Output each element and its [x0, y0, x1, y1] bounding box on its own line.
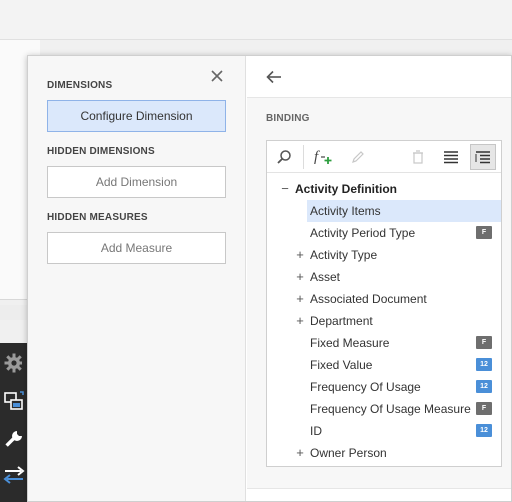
- expand-icon[interactable]: +: [294, 244, 306, 266]
- expand-icon[interactable]: +: [294, 310, 306, 332]
- text-type-badge: F: [476, 402, 492, 415]
- svg-text:f: f: [314, 149, 320, 165]
- tree-root-label: Activity Definition: [295, 182, 398, 196]
- search-icon[interactable]: [271, 144, 297, 170]
- header-bar: [247, 56, 511, 98]
- options-pane: DIMENSIONS Configure Dimension HIDDEN DI…: [28, 56, 246, 501]
- add-calculated-field-icon[interactable]: f: [310, 144, 336, 170]
- collapse-icon[interactable]: −: [279, 178, 291, 200]
- tree-item[interactable]: + Department: [267, 310, 501, 332]
- number-type-badge: 12: [476, 424, 492, 437]
- dimensions-title: DIMENSIONS: [47, 80, 113, 91]
- hidden-dimensions-title: HIDDEN DIMENSIONS: [47, 146, 155, 157]
- tree-item-label: Department: [310, 314, 373, 328]
- list-view-icon[interactable]: [438, 144, 464, 170]
- delete-icon[interactable]: [405, 144, 431, 170]
- add-measure-button[interactable]: Add Measure: [47, 232, 226, 264]
- toolbar-separator: [303, 145, 304, 169]
- configure-dimension-button[interactable]: Configure Dimension: [47, 100, 226, 132]
- tree-item-label: Associated Document: [310, 292, 427, 306]
- binding-pane: BINDING f − Activity Definition Activity…: [247, 56, 511, 501]
- expand-icon[interactable]: +: [294, 288, 306, 310]
- binding-title: BINDING: [266, 113, 310, 124]
- expand-icon[interactable]: +: [294, 442, 306, 464]
- binding-panel: DIMENSIONS Configure Dimension HIDDEN DI…: [27, 55, 512, 502]
- tree-item-label: Frequency Of Usage Measure: [310, 402, 471, 416]
- background-strip: [0, 305, 30, 320]
- tree-item[interactable]: + Asset: [267, 266, 501, 288]
- tree-item[interactable]: Activity Items: [267, 200, 501, 222]
- add-dimension-button[interactable]: Add Dimension: [47, 166, 226, 198]
- tree-root-node[interactable]: − Activity Definition: [267, 178, 501, 200]
- text-type-badge: F: [476, 336, 492, 349]
- tree-item[interactable]: ID 12: [267, 420, 501, 442]
- tree-item-label: Activity Period Type: [310, 226, 416, 240]
- back-arrow-icon[interactable]: [263, 66, 285, 88]
- tree-item-label: Owner Person: [310, 446, 387, 460]
- text-type-badge: F: [476, 226, 492, 239]
- tree-item[interactable]: + Associated Document: [267, 288, 501, 310]
- close-icon[interactable]: [207, 66, 227, 86]
- edit-icon[interactable]: [345, 144, 371, 170]
- hidden-measures-title: HIDDEN MEASURES: [47, 212, 148, 223]
- field-list-toolbar: f: [267, 141, 501, 173]
- tree-item[interactable]: Activity Period Type F: [267, 222, 501, 244]
- pane-footer: [247, 488, 511, 501]
- dashboard-item-icon[interactable]: [0, 383, 27, 419]
- tree-item-label: Asset: [310, 270, 341, 284]
- number-type-badge: 12: [476, 358, 492, 371]
- tree-item-label: Activity Items: [310, 204, 381, 218]
- binding-area: BINDING f − Activity Definition Activity…: [247, 98, 511, 501]
- tree-item-label: Frequency Of Usage: [310, 380, 421, 394]
- tree-item[interactable]: Frequency Of Usage 12: [267, 376, 501, 398]
- expand-icon[interactable]: +: [294, 266, 306, 288]
- tree-view-icon[interactable]: [470, 144, 496, 170]
- tree-item-label: Fixed Value: [310, 358, 373, 372]
- tree-item[interactable]: + Activity Type: [267, 244, 501, 266]
- number-type-badge: 12: [476, 380, 492, 393]
- tree-item-label: ID: [310, 424, 322, 438]
- tree-item-label: Activity Type: [310, 248, 378, 262]
- wrench-icon[interactable]: [0, 421, 27, 457]
- tree-item[interactable]: + Owner Person: [267, 442, 501, 464]
- field-list: f − Activity Definition Activity Items A…: [266, 140, 502, 467]
- tree-item-label: Fixed Measure: [310, 336, 390, 350]
- tree-item[interactable]: Fixed Value 12: [267, 354, 501, 376]
- tree-item[interactable]: Frequency Of Usage Measure F: [267, 398, 501, 420]
- background-header: [0, 0, 512, 40]
- convert-arrows-icon[interactable]: [0, 457, 27, 493]
- tree-item[interactable]: Fixed Measure F: [267, 332, 501, 354]
